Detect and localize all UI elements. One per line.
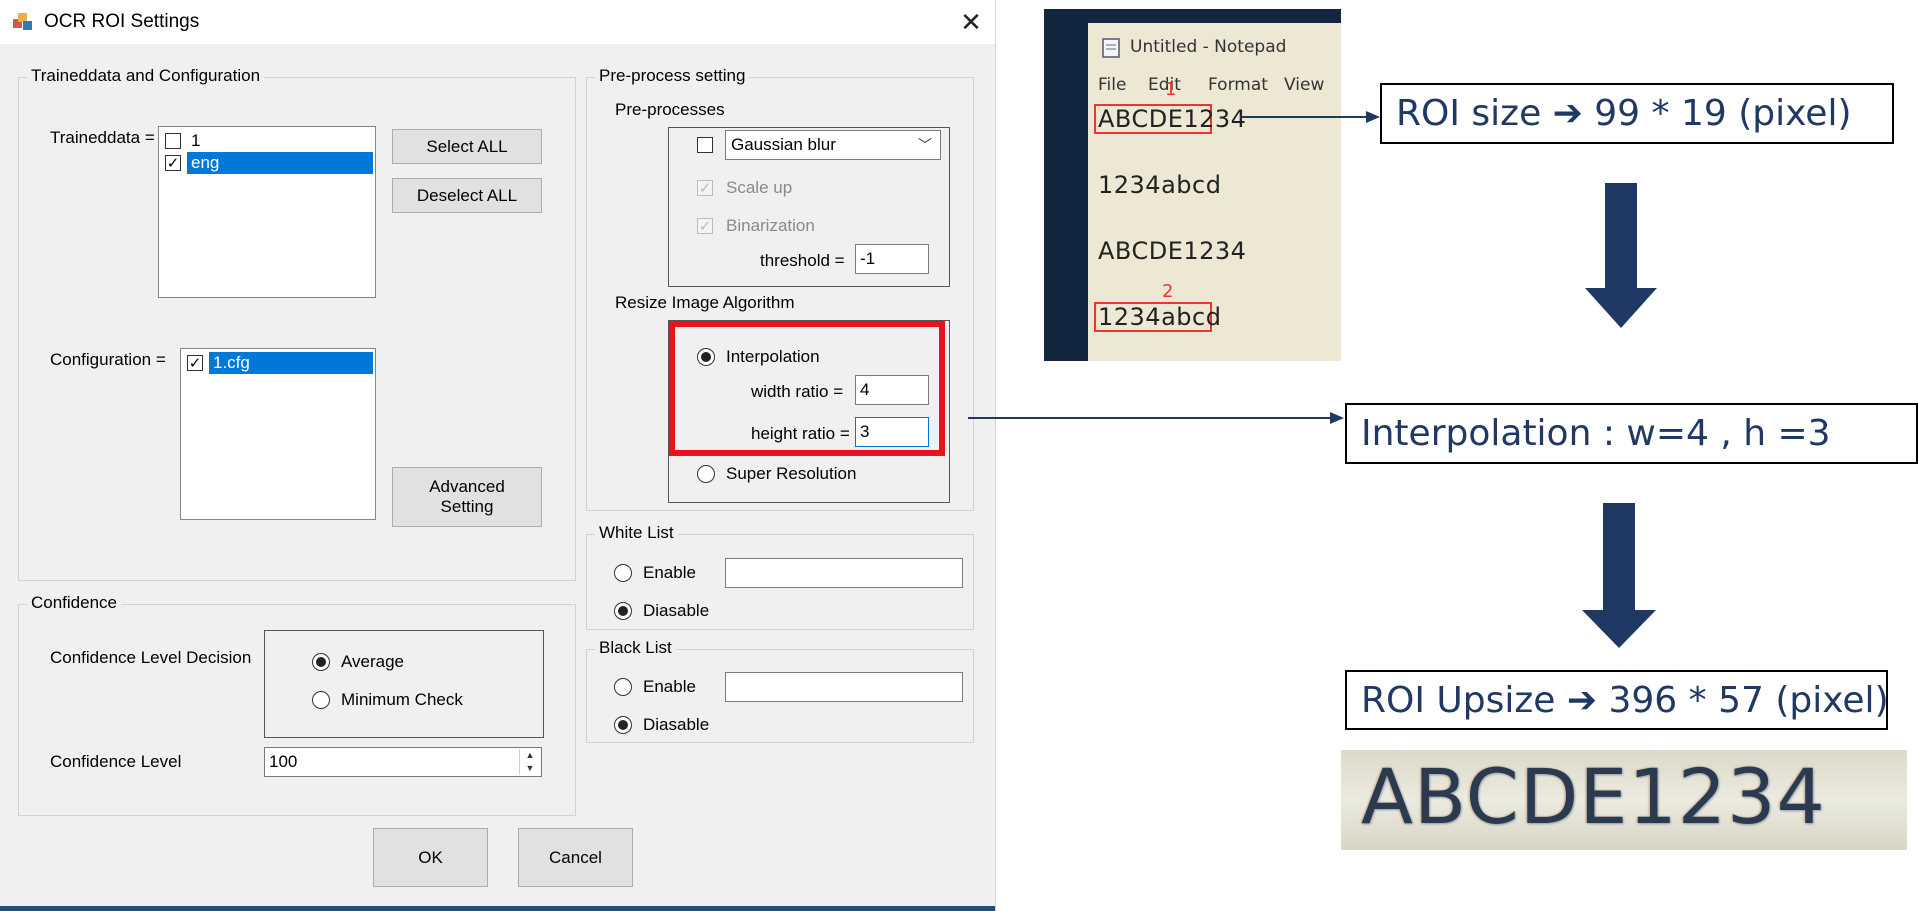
deselect-all-button[interactable]: Deselect ALL — [392, 178, 542, 213]
checkbox-checked[interactable]: ✓ — [187, 355, 203, 371]
blur-type-value: Gaussian blur — [731, 135, 836, 154]
interpolation-radio[interactable] — [697, 348, 715, 366]
black-list-input[interactable] — [725, 672, 963, 702]
upsized-roi-image: ABCDE1234 — [1341, 750, 1907, 850]
white-list-input[interactable] — [725, 558, 963, 588]
roi-size-arrowhead — [1366, 111, 1380, 123]
confidence-level-input[interactable]: 100 ▲ ▼ — [264, 747, 542, 777]
scale-up-label: Scale up — [726, 178, 793, 197]
preprocesses-label: Pre-processes — [615, 100, 725, 119]
blur-type-select[interactable]: Gaussian blur ﹀ — [725, 130, 941, 160]
close-button[interactable]: ✕ — [950, 4, 992, 40]
resize-algorithm-label: Resize Image Algorithm — [615, 293, 795, 312]
list-item-label: 1 — [191, 131, 201, 150]
list-item[interactable]: ✓ eng — [161, 152, 373, 174]
roi-marker-2: 2 — [1162, 281, 1174, 302]
roi-size-note: ROI size ➔ 99 * 19 (pixel) — [1380, 83, 1894, 144]
interpolation-label: Interpolation — [726, 347, 820, 366]
notepad-line: 1234abcd — [1098, 171, 1222, 199]
spin-up-icon[interactable]: ▲ — [520, 749, 540, 762]
ok-button[interactable]: OK — [373, 828, 488, 887]
width-ratio-input[interactable]: 4 — [855, 375, 929, 405]
notepad-menu-view[interactable]: View — [1284, 75, 1324, 95]
spin-down-icon[interactable]: ▼ — [520, 762, 540, 775]
notepad-line: ABCDE1234 — [1098, 237, 1247, 265]
title-bar: OCR ROI Settings ✕ — [0, 0, 995, 44]
notepad-line: ABCDE1234 — [1098, 105, 1247, 133]
white-list-enable-radio[interactable] — [614, 564, 632, 582]
upsized-roi-text: ABCDE1234 — [1361, 752, 1826, 841]
minimum-check-label: Minimum Check — [341, 690, 463, 709]
notepad-icon — [1102, 38, 1120, 58]
black-list-group-label: Black List — [595, 638, 676, 658]
checkbox-unchecked[interactable] — [165, 133, 181, 149]
confidence-level-label: Confidence Level — [50, 752, 182, 771]
notepad-menu-file[interactable]: File — [1098, 75, 1126, 95]
chevron-down-icon: ﹀ — [918, 137, 932, 153]
ocr-roi-settings-dialog: OCR ROI Settings ✕ Traineddata and Confi… — [0, 0, 996, 911]
white-list-disable-label: Diasable — [643, 601, 710, 620]
close-icon: ✕ — [960, 6, 982, 37]
bottom-accent-bar — [0, 906, 995, 911]
down-arrow-icon — [1585, 183, 1657, 328]
checkbox-checked[interactable]: ✓ — [165, 155, 181, 171]
binarization-label: Binarization — [726, 216, 815, 235]
traineddata-group-label: Traineddata and Configuration — [27, 66, 265, 86]
cancel-button[interactable]: Cancel — [518, 828, 633, 887]
threshold-label: threshold = — [760, 251, 845, 270]
confidence-decision-label: Confidence Level Decision — [50, 648, 252, 667]
width-ratio-label: width ratio = — [751, 382, 844, 401]
confidence-group-label: Confidence — [27, 593, 122, 613]
list-item[interactable]: ✓ 1.cfg — [183, 352, 373, 374]
advanced-setting-button[interactable]: Advanced Setting — [392, 467, 542, 527]
configuration-label: Configuration = — [50, 350, 166, 369]
confidence-level-spinner[interactable]: ▲ ▼ — [519, 749, 540, 775]
gaussian-blur-checkbox[interactable] — [697, 137, 713, 153]
down-arrow-icon — [1582, 503, 1656, 648]
white-list-disable-radio[interactable] — [614, 602, 632, 620]
notepad-title: Untitled - Notepad — [1130, 37, 1287, 57]
traineddata-listbox[interactable]: 1 ✓ eng — [158, 126, 376, 298]
threshold-input[interactable]: -1 — [855, 244, 929, 274]
scale-up-checkbox: ✓ — [697, 179, 713, 197]
super-resolution-radio[interactable] — [697, 465, 715, 483]
white-list-group-label: White List — [595, 523, 678, 543]
traineddata-label: Traineddata = — [50, 128, 155, 147]
binarization-checkbox: ✓ — [697, 217, 713, 235]
notepad-window: Untitled - Notepad File Edit Format View… — [1088, 23, 1341, 361]
average-label: Average — [341, 652, 405, 671]
roi-marker-1: 1 — [1165, 79, 1177, 100]
list-item-label: 1.cfg — [209, 352, 373, 374]
list-item-label: eng — [187, 152, 373, 174]
white-list-enable-label: Enable — [643, 563, 696, 582]
black-list-enable-label: Enable — [643, 677, 696, 696]
minimum-check-radio[interactable] — [312, 691, 330, 709]
black-list-enable-radio[interactable] — [614, 678, 632, 696]
confidence-decision-panel — [264, 630, 544, 738]
notepad-line: 1234abcd — [1098, 303, 1222, 331]
configuration-listbox[interactable]: ✓ 1.cfg — [180, 348, 376, 520]
average-radio[interactable] — [312, 653, 330, 671]
interpolation-note: Interpolation : w=4 , h =3 — [1345, 403, 1918, 464]
black-list-disable-radio[interactable] — [614, 716, 632, 734]
roi-upsize-note: ROI Upsize ➔ 396 * 57 (pixel) — [1345, 670, 1889, 730]
app-icon — [13, 13, 32, 30]
select-all-button[interactable]: Select ALL — [392, 129, 542, 164]
interpolation-arrowhead — [1330, 412, 1344, 424]
height-ratio-label: height ratio = — [751, 424, 850, 443]
window-title: OCR ROI Settings — [44, 11, 200, 32]
preprocess-group-label: Pre-process setting — [595, 66, 750, 86]
notepad-menu-format[interactable]: Format — [1208, 75, 1268, 95]
super-resolution-label: Super Resolution — [726, 464, 857, 483]
black-list-disable-label: Diasable — [643, 715, 710, 734]
list-item[interactable]: 1 — [161, 130, 373, 152]
height-ratio-input[interactable]: 3 — [855, 417, 929, 447]
confidence-level-value: 100 — [269, 752, 298, 771]
notepad-screenshot: Untitled - Notepad File Edit Format View… — [1044, 9, 1341, 361]
